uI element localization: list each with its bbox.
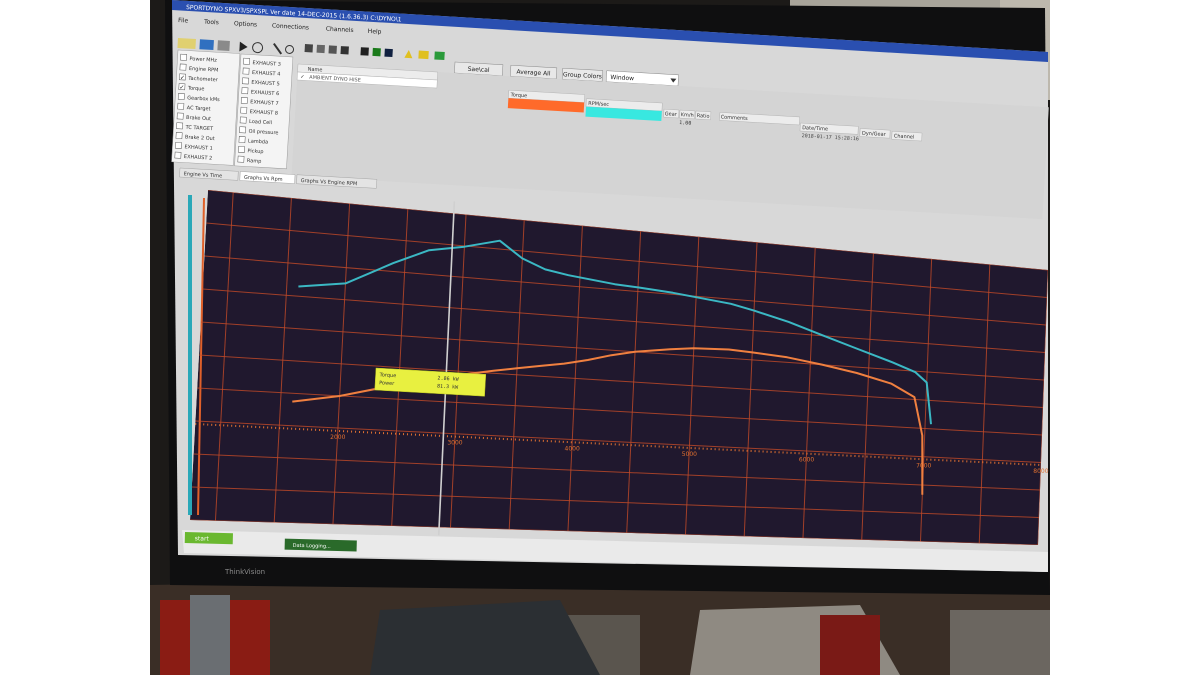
channel-left-checkbox[interactable] [174,151,182,159]
channel-right-label: Ramp [247,158,262,165]
x-tick-label: 7000 [916,462,931,469]
monitor-brand: ThinkVision [224,568,265,576]
table-icon[interactable] [384,48,393,58]
x-tick-label: 3000 [447,440,462,447]
keyboard [370,600,600,675]
check-icon: ✓ [179,84,184,91]
channel-left-checkbox[interactable] [180,53,188,61]
x-tick-label: 6000 [799,457,814,464]
sae-button-label: Sae\cal [467,66,490,74]
x-tick-label: 4000 [565,445,580,452]
channel-right-checkbox[interactable] [238,145,245,153]
dyno-photo-scene: ThinkVision SPORTDYNO SPXV3/SPXSPL Ver d… [0,0,1200,675]
tool-icon-1[interactable] [304,44,313,53]
channel-left-checkbox[interactable] [175,132,183,140]
channel-right-checkbox[interactable] [238,136,246,144]
channel-list-left: Power MHzEngine RPM✓ Tachometer✓ TorqueGea… [171,49,241,166]
wrench-icon[interactable] [360,47,369,56]
channel-right-checkbox[interactable] [241,87,249,95]
channel-header: Channel [894,133,915,140]
channel-left-checkbox[interactable] [177,102,185,110]
channel-left-label: Torque [187,85,205,92]
channel-right-checkbox[interactable] [240,97,248,104]
popup-label: Torque [378,372,396,379]
start-label: start [195,535,210,542]
col-header-gear: Gear [665,111,678,118]
open-icon[interactable] [177,38,196,50]
chart-icon[interactable] [372,47,381,57]
channel-right-checkbox[interactable] [243,57,251,65]
channel-left-checkbox[interactable] [179,63,187,71]
print-icon[interactable] [217,40,230,51]
menu-item-tools[interactable]: Tools [203,18,219,26]
torque-header: Torque [509,92,527,99]
ratio-value: 1.00 [679,120,691,127]
popup-value: 2.86 kW [437,376,459,383]
rpm-header: RPM/sec [588,101,609,108]
channel-left-checkbox[interactable] [176,112,184,120]
tool-icon-2[interactable] [316,44,325,54]
group-select-value: Window [610,74,634,82]
menu-item-file[interactable]: File [178,17,189,25]
channel-left-checkbox[interactable] [176,122,184,130]
channel-right-checkbox[interactable] [242,67,250,75]
run-check-icon[interactable]: ✓ [300,74,305,80]
channel-right-label: Pickup [247,148,263,155]
col-header-ratio: Ratio [696,113,709,120]
menu-item-help[interactable]: Help [368,28,382,36]
popup-label: Power [379,380,395,387]
channel-right-checkbox[interactable] [239,126,247,134]
tool-icon-3[interactable] [328,45,337,54]
note-icon[interactable] [418,50,429,60]
channel-left-checkbox[interactable] [177,93,185,100]
channel-right-checkbox[interactable] [240,106,248,114]
tool-icon-4[interactable] [340,46,349,55]
save-icon[interactable] [199,39,214,51]
name-header: Name [308,67,323,74]
channel-right-checkbox[interactable] [242,77,249,85]
x-tick-label: 5000 [682,451,697,458]
channel-left-checkbox[interactable] [175,141,182,149]
channel-right-checkbox[interactable] [239,116,247,124]
x-tick-label: 8000 [1033,468,1048,475]
col-header-kmh: Km/h [681,112,694,119]
channel-right-checkbox[interactable] [237,155,245,163]
start-button[interactable] [184,532,233,545]
channel-list-right: EXHAUST 3EXHAUST 4EXHAUST 5EXHAUST 6EXHA… [234,53,294,170]
channel-right-label: Lambda [248,138,268,145]
menu-item-options[interactable]: Options [234,20,258,28]
check-icon: ✓ [180,74,185,81]
taskbar-item-label: Data Logging... [293,543,332,550]
go-icon[interactable] [434,51,445,61]
popup-value: 81.3 kW [437,384,459,391]
x-tick-label: 2000 [330,434,345,441]
